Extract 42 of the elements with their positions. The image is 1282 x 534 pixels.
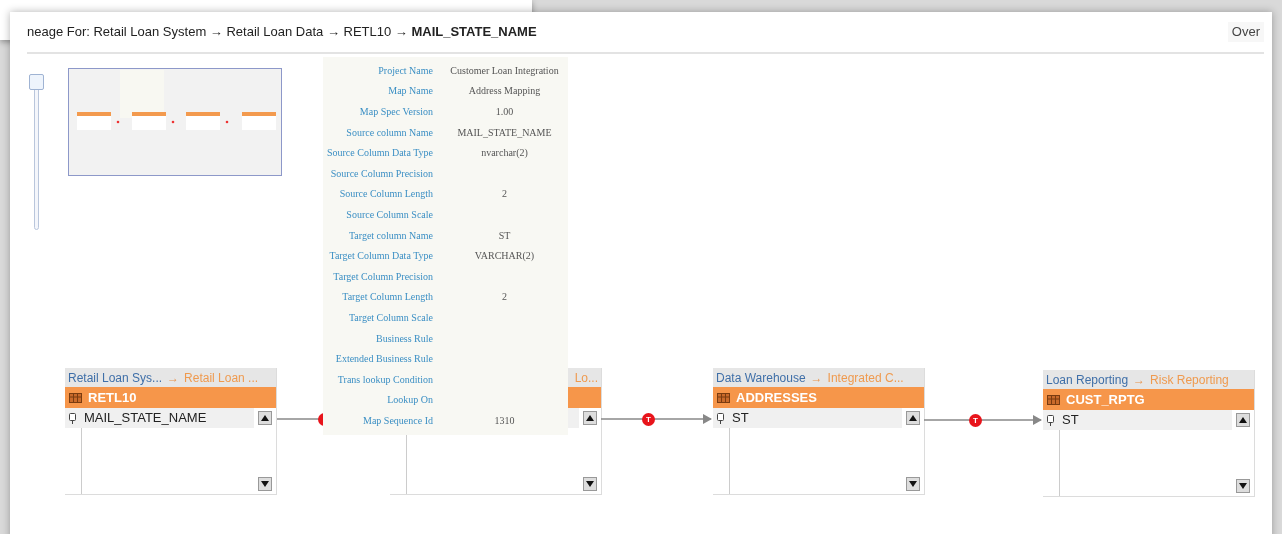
detail-label: Project Name xyxy=(378,64,433,76)
detail-label: Source column Name xyxy=(346,126,433,138)
system-name: Loan Reporting xyxy=(1046,371,1129,389)
detail-label: Business Rule xyxy=(376,332,433,344)
detail-label: Target Column Precision xyxy=(333,270,433,282)
arrow-separator: → xyxy=(810,369,823,387)
detail-label: Source Column Precision xyxy=(330,167,433,179)
dataset-name: Lo... xyxy=(574,369,598,387)
detail-value: 1310 xyxy=(494,414,515,426)
detail-label: Target column Name xyxy=(348,229,433,241)
detail-value: nvarchar(2) xyxy=(481,147,528,159)
detail-label: Source Column Scale xyxy=(346,208,433,220)
table-name: ADDRESSES xyxy=(736,388,817,407)
detail-label: Target Column Data Type xyxy=(329,250,433,262)
detail-value: 1.00 xyxy=(495,106,514,117)
detail-label: Extended Business Rule xyxy=(335,353,433,365)
table-name: RETL10 xyxy=(88,388,137,407)
detail-label: Source Column Length xyxy=(339,188,433,200)
system-name: Data Warehouse xyxy=(716,369,806,387)
detail-label: Map Spec Version xyxy=(359,106,433,117)
breadcrumb-title: neage For: Retail Loan System → Retail Loan Data → RETL10 → MAIL_STATE_NAME xyxy=(27,23,537,42)
arrow-separator: → xyxy=(1133,371,1146,389)
detail-value: VARCHAR(2) xyxy=(474,250,535,262)
dataset-name: Integrated C... xyxy=(827,369,904,387)
dataset-name: Risk Reporting xyxy=(1150,371,1229,389)
detail-label: Source Column Data Type xyxy=(326,147,433,159)
detail-value: MAIL_STATE_NAME xyxy=(457,126,552,138)
dataset-name: Retail Loan ... xyxy=(184,369,259,387)
detail-value: Address Mapping xyxy=(468,85,541,97)
detail-label: Target Column Scale xyxy=(348,311,433,323)
table-name: CUST_RPTG xyxy=(1066,390,1145,409)
system-name: Retail Loan Sys... xyxy=(68,369,163,387)
detail-label: Trans lookup Condition xyxy=(337,373,433,385)
detail-value: 2 xyxy=(502,291,507,303)
detail-label: Map Name xyxy=(388,85,433,97)
detail-label: Target Column Length xyxy=(342,291,433,303)
detail-value: ST xyxy=(498,229,511,241)
detail-value: 2 xyxy=(502,188,507,200)
detail-label: Map Sequence Id xyxy=(363,414,433,426)
arrow-separator: → xyxy=(167,369,180,387)
detail-label: Lookup On xyxy=(387,394,433,406)
detail-value: Customer Loan Integration xyxy=(450,64,559,76)
